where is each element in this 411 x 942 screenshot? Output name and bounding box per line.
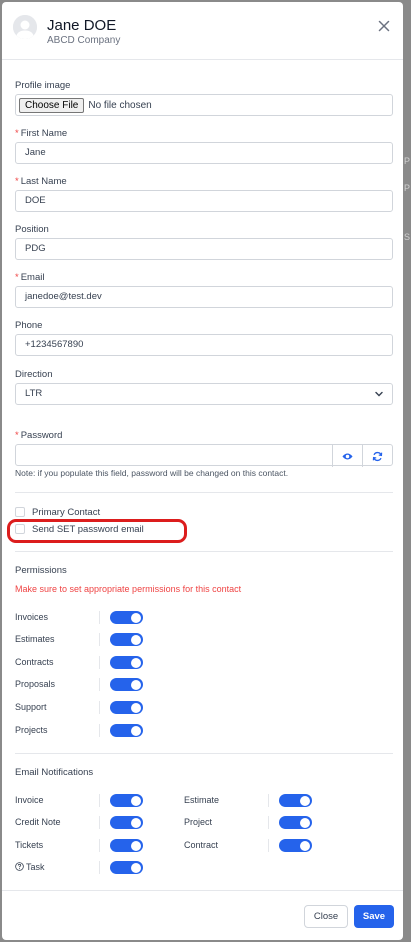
highlight-annotation [7, 519, 187, 543]
required-mark: * [15, 430, 19, 441]
permission-label: Contracts [15, 657, 54, 667]
primary-contact-label: Primary Contact [32, 507, 101, 518]
notification-label: Tickets [15, 840, 44, 850]
notification-toggle-invoice[interactable] [110, 794, 143, 807]
notification-label: Estimate [184, 795, 220, 805]
notification-toggle-tickets[interactable] [110, 839, 143, 852]
email-label: * Email [15, 272, 45, 283]
refresh-icon [372, 451, 383, 461]
notification-label: Task [26, 862, 45, 872]
required-mark: * [15, 272, 19, 283]
notification-label: Project [184, 817, 213, 827]
company-name: ABCD Company [47, 35, 121, 46]
permission-label: Support [15, 702, 47, 712]
permission-label: Proposals [15, 679, 56, 689]
profile-image-field: Choose File No file chosen [15, 94, 393, 116]
modal-footer: Close Save [2, 890, 403, 940]
contact-name: Jane DOE [47, 17, 117, 34]
profile-image-label: Profile image [15, 80, 71, 91]
separator [99, 611, 100, 624]
separator [99, 839, 100, 852]
generate-password-button[interactable] [362, 445, 392, 467]
required-mark: * [15, 176, 19, 187]
password-group [15, 444, 393, 467]
direction-label: Direction [15, 369, 53, 380]
email-input[interactable]: janedoe@test.dev [15, 286, 393, 308]
notification-label: Credit Note [15, 817, 61, 827]
permissions-warning: Make sure to set appropriate permissions… [15, 584, 242, 594]
question-circle-icon[interactable] [15, 862, 24, 871]
separator [99, 656, 100, 669]
phone-label: Phone [15, 320, 43, 331]
required-mark: * [15, 128, 19, 139]
password-input[interactable] [16, 445, 334, 465]
first-name-input[interactable]: Jane [15, 142, 393, 164]
permission-label: Projects [15, 725, 48, 735]
choose-file-button[interactable]: Choose File [19, 97, 85, 113]
permission-toggle-proposals[interactable] [110, 678, 143, 691]
notification-toggle-credit-note[interactable] [110, 816, 143, 829]
direction-value: LTR [25, 388, 43, 399]
separator [268, 816, 269, 829]
divider [15, 492, 393, 493]
avatar [13, 15, 37, 39]
modal-header: Jane DOE ABCD Company [2, 2, 403, 60]
permission-toggle-projects[interactable] [110, 724, 143, 737]
permission-label: Estimates [15, 634, 55, 644]
notification-label: Contract [184, 840, 219, 850]
file-status-text: No file chosen [88, 99, 152, 111]
notification-toggle-project[interactable] [279, 816, 312, 829]
permission-toggle-invoices[interactable] [110, 611, 143, 624]
separator [99, 816, 100, 829]
separator [268, 839, 269, 852]
separator [268, 794, 269, 807]
permission-toggle-support[interactable] [110, 701, 143, 714]
contact-modal: Jane DOE ABCD Company Profile image Choo… [2, 2, 403, 940]
separator [99, 678, 100, 691]
divider [15, 551, 393, 552]
divider [15, 753, 393, 754]
close-icon[interactable] [376, 18, 392, 34]
direction-select[interactable]: LTR [15, 383, 393, 405]
primary-contact-checkbox[interactable] [15, 507, 25, 517]
separator [99, 861, 100, 874]
notification-toggle-contract[interactable] [279, 839, 312, 852]
separator [99, 701, 100, 714]
permission-toggle-contracts[interactable] [110, 656, 143, 669]
separator [99, 633, 100, 646]
permission-label: Invoices [15, 612, 49, 622]
save-button[interactable]: Save [354, 905, 394, 928]
position-input[interactable]: PDG [15, 238, 393, 260]
notification-toggle-task[interactable] [110, 861, 143, 874]
password-note: Note: if you populate this field, passwo… [15, 468, 289, 478]
notification-label: Invoice [15, 795, 44, 805]
password-label: * Password [15, 430, 63, 441]
position-label: Position [15, 224, 49, 235]
show-password-button[interactable] [332, 445, 362, 467]
background-text: P [404, 156, 411, 166]
notifications-title: Email Notifications [15, 767, 94, 778]
separator [99, 794, 100, 807]
close-button[interactable]: Close [304, 905, 348, 928]
notification-task: Task [15, 862, 45, 872]
user-silhouette-icon [13, 15, 37, 39]
eye-icon [342, 453, 353, 459]
chevron-down-icon [375, 391, 383, 397]
last-name-input[interactable]: DOE [15, 190, 393, 212]
permission-toggle-estimates[interactable] [110, 633, 143, 646]
first-name-label: * First Name [15, 128, 68, 139]
last-name-label: * Last Name [15, 176, 67, 187]
separator [99, 724, 100, 737]
phone-input[interactable]: +1234567890 [15, 334, 393, 356]
background-text: S [404, 232, 411, 242]
background-text: P [404, 183, 411, 193]
notification-toggle-estimate[interactable] [279, 794, 312, 807]
permissions-title: Permissions [15, 565, 67, 576]
